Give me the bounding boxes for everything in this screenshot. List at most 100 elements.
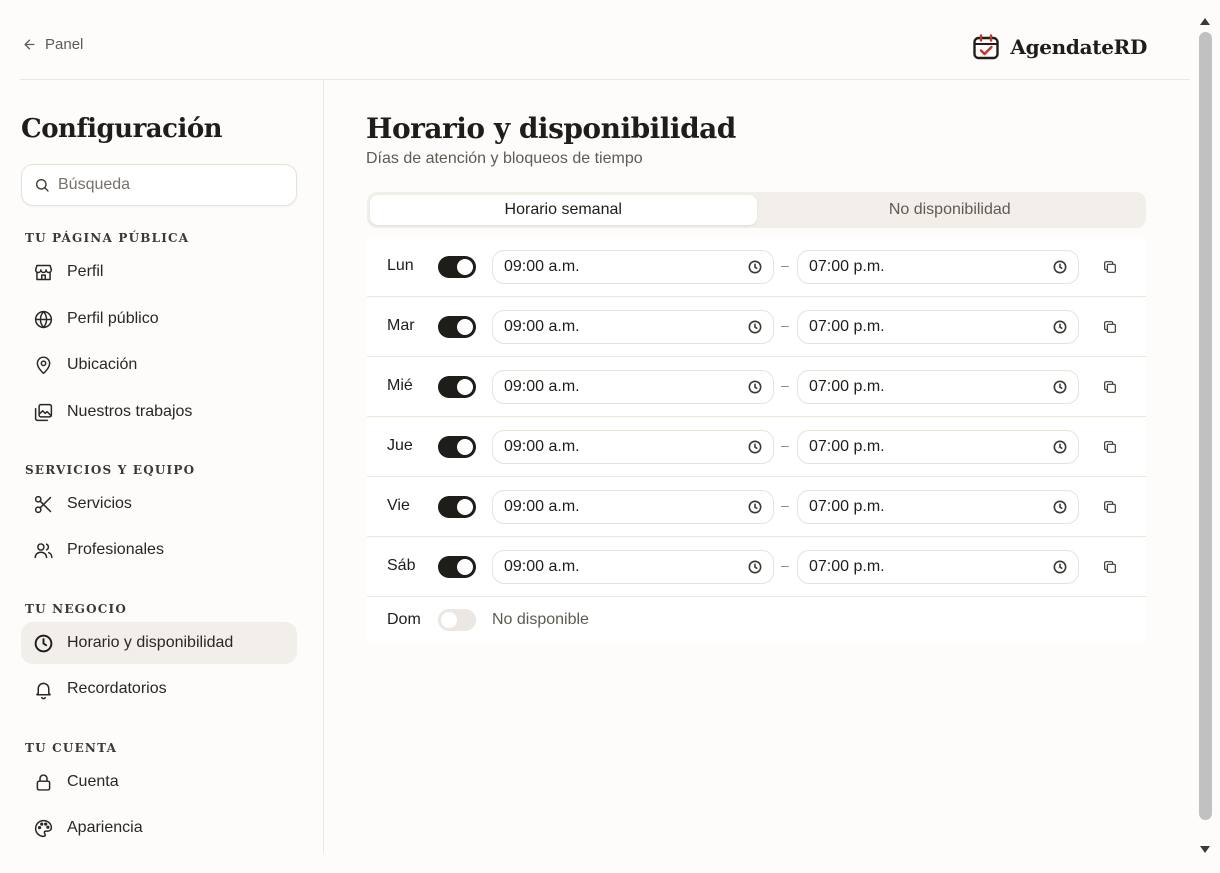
- main-content: Horario y disponibilidad Días de atenció…: [324, 80, 1190, 853]
- end-time-input[interactable]: 07:00 p.m.: [797, 550, 1079, 584]
- sidebar-item-label: Profesionales: [67, 541, 164, 558]
- tab-bar: Horario semanal No disponibilidad: [367, 192, 1146, 228]
- sidebar-item-label: Recordatorios: [67, 680, 167, 697]
- day-label: Lun: [387, 257, 414, 274]
- store-icon: [34, 264, 53, 280]
- section-label-services-team: Servicios y equipo: [25, 463, 196, 477]
- time-range-separator: –: [781, 497, 789, 513]
- scrollbar[interactable]: [1190, 0, 1220, 873]
- day-row: Dom No disponible: [367, 597, 1146, 643]
- sidebar-item-recordatorios[interactable]: Recordatorios: [21, 668, 297, 710]
- day-row: Vie 09:00 a.m. – 07:00 p.m.: [367, 477, 1146, 537]
- sidebar-item-servicios[interactable]: Servicios: [21, 483, 297, 525]
- search-box[interactable]: [21, 164, 297, 206]
- end-time-input[interactable]: 07:00 p.m.: [797, 490, 1079, 524]
- search-input[interactable]: [58, 176, 278, 194]
- scroll-up-arrow-icon[interactable]: [1200, 18, 1210, 25]
- copy-icon[interactable]: [1101, 378, 1119, 396]
- copy-icon[interactable]: [1101, 438, 1119, 456]
- sidebar-item-perfil[interactable]: Perfil: [21, 251, 297, 293]
- section-label-account: Tu cuenta: [25, 741, 118, 755]
- day-enabled-toggle[interactable]: [438, 316, 476, 338]
- sidebar-item-perfil-publico[interactable]: Perfil público: [21, 298, 297, 340]
- page-title: Horario y disponibilidad: [366, 112, 736, 145]
- sidebar-item-horario[interactable]: Horario y disponibilidad: [21, 622, 297, 664]
- time-range-separator: –: [781, 257, 789, 273]
- end-time-input[interactable]: 07:00 p.m.: [797, 430, 1079, 464]
- clock-icon[interactable]: [1052, 439, 1068, 455]
- map-pin-icon: [36, 355, 51, 374]
- day-row: Mié 09:00 a.m. – 07:00 p.m.: [367, 357, 1146, 417]
- brand-logo[interactable]: AgendateRD: [972, 33, 1147, 61]
- clock-icon[interactable]: [1052, 559, 1068, 575]
- start-time-value: 09:00 a.m.: [504, 258, 580, 275]
- clock-icon[interactable]: [1052, 259, 1068, 275]
- sidebar-item-nuestros-trabajos[interactable]: Nuestros trabajos: [21, 391, 297, 433]
- end-time-value: 07:00 p.m.: [809, 558, 885, 575]
- clock-icon[interactable]: [1052, 379, 1068, 395]
- weekly-schedule: Lun 09:00 a.m. – 07:00 p.m. Mar 09:00 a.m. – 07…: [367, 237, 1146, 643]
- gallery-icon: [34, 403, 53, 421]
- time-range-separator: –: [781, 437, 789, 453]
- start-time-value: 09:00 a.m.: [504, 318, 580, 335]
- clock-icon[interactable]: [747, 439, 763, 455]
- sidebar-item-label: Perfil público: [67, 310, 159, 327]
- end-time-value: 07:00 p.m.: [809, 378, 885, 395]
- clock-icon[interactable]: [1052, 319, 1068, 335]
- end-time-input[interactable]: 07:00 p.m.: [797, 250, 1079, 284]
- sidebar-item-cuenta[interactable]: Cuenta: [21, 761, 297, 803]
- copy-icon[interactable]: [1101, 558, 1119, 576]
- day-label: Sáb: [387, 557, 416, 574]
- day-enabled-toggle[interactable]: [438, 436, 476, 458]
- end-time-value: 07:00 p.m.: [809, 318, 885, 335]
- globe-icon: [34, 310, 53, 328]
- back-to-panel-link[interactable]: Panel: [22, 36, 83, 53]
- tab-no-disponibilidad[interactable]: No disponibilidad: [757, 195, 1144, 225]
- day-enabled-toggle[interactable]: [438, 256, 476, 278]
- time-range-separator: –: [781, 557, 789, 573]
- clock-icon[interactable]: [747, 559, 763, 575]
- unavailable-label: No disponible: [492, 611, 589, 628]
- end-time-input[interactable]: 07:00 p.m.: [797, 370, 1079, 404]
- scroll-down-arrow-icon[interactable]: [1200, 846, 1210, 853]
- time-range-separator: –: [781, 377, 789, 393]
- start-time-input[interactable]: 09:00 a.m.: [492, 310, 774, 344]
- day-enabled-toggle[interactable]: [438, 376, 476, 398]
- start-time-input[interactable]: 09:00 a.m.: [492, 550, 774, 584]
- sidebar-item-ubicacion[interactable]: Ubicación: [21, 344, 297, 386]
- tab-horario-semanal[interactable]: Horario semanal: [370, 195, 757, 225]
- copy-icon[interactable]: [1101, 258, 1119, 276]
- day-enabled-toggle[interactable]: [438, 556, 476, 578]
- sidebar-item-label: Cuenta: [67, 773, 119, 790]
- day-enabled-toggle[interactable]: [438, 496, 476, 518]
- end-time-input[interactable]: 07:00 p.m.: [797, 310, 1079, 344]
- clock-icon[interactable]: [1052, 499, 1068, 515]
- sidebar-item-profesionales[interactable]: Profesionales: [21, 529, 297, 571]
- sidebar-item-label: Servicios: [67, 495, 132, 512]
- top-bar: Panel AgendateRD: [20, 0, 1190, 80]
- start-time-input[interactable]: 09:00 a.m.: [492, 250, 774, 284]
- sidebar-item-label: Apariencia: [67, 819, 143, 836]
- day-row: Jue 09:00 a.m. – 07:00 p.m.: [367, 417, 1146, 477]
- start-time-input[interactable]: 09:00 a.m.: [492, 430, 774, 464]
- scroll-thumb[interactable]: [1199, 32, 1212, 820]
- day-label: Mié: [387, 377, 413, 394]
- copy-icon[interactable]: [1101, 498, 1119, 516]
- clock-icon[interactable]: [747, 259, 763, 275]
- copy-icon[interactable]: [1101, 318, 1119, 336]
- start-time-input[interactable]: 09:00 a.m.: [492, 490, 774, 524]
- end-time-value: 07:00 p.m.: [809, 258, 885, 275]
- clock-icon[interactable]: [747, 499, 763, 515]
- clock-icon[interactable]: [747, 319, 763, 335]
- sidebar-item-label: Nuestros trabajos: [67, 403, 193, 420]
- users-icon: [34, 542, 53, 558]
- search-icon: [36, 179, 49, 192]
- clock-icon: [34, 634, 53, 652]
- clock-icon[interactable]: [747, 379, 763, 395]
- start-time-value: 09:00 a.m.: [504, 378, 580, 395]
- sidebar-item-apariencia[interactable]: Apariencia: [21, 807, 297, 849]
- back-label: Panel: [45, 36, 84, 53]
- start-time-input[interactable]: 09:00 a.m.: [492, 370, 774, 404]
- sidebar-item-label: Horario y disponibilidad: [67, 634, 234, 651]
- day-enabled-toggle[interactable]: [438, 609, 476, 631]
